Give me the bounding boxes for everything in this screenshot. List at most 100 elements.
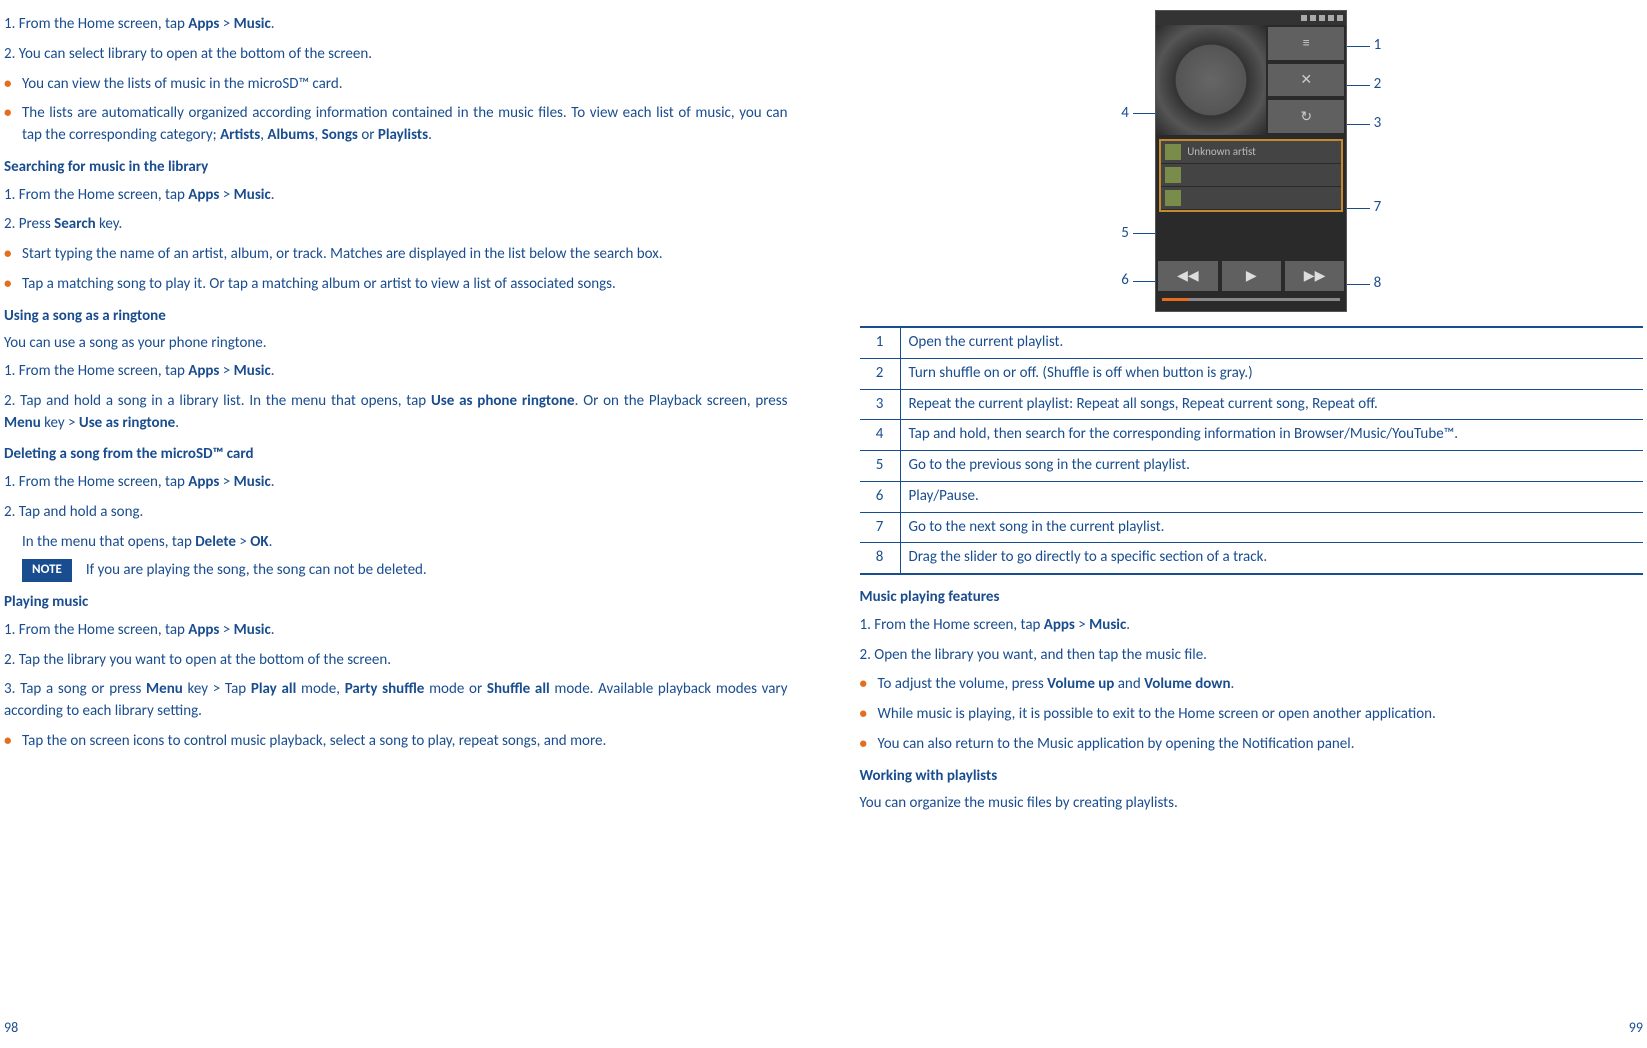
bullet-icon: • [4, 244, 22, 266]
text: 1. From the Home screen, tap [860, 616, 1044, 634]
page-98: 1. From the Home screen, tap Apps > Musi… [0, 0, 824, 1048]
legend-num: 6 [860, 481, 901, 512]
callout-num: 8 [1374, 273, 1382, 295]
text: and [1114, 675, 1144, 693]
callout-3: 3 [1347, 104, 1381, 144]
bullet: • The lists are automatically organized … [4, 103, 788, 147]
callout-1: 1 [1347, 26, 1381, 66]
bullet-icon: • [4, 74, 22, 96]
prev-button: ◀◀ [1158, 261, 1217, 291]
text: In the menu that opens, tap [22, 533, 195, 551]
text: 1. From the Home screen, tap [4, 473, 188, 491]
status-icon [1310, 15, 1316, 21]
text: To adjust the volume, press [878, 675, 1048, 693]
playback-controls: ◀◀ ▶ ▶▶ [1156, 261, 1346, 291]
bold: Apps [188, 473, 219, 491]
bullet-icon: • [860, 734, 878, 756]
next-button: ▶▶ [1285, 261, 1344, 291]
text: > [219, 186, 233, 204]
side-buttons: ≡ ✕ ↻ [1266, 25, 1346, 135]
table-row: 6Play/Pause. [860, 481, 1644, 512]
bullet-icon: • [4, 731, 22, 753]
legend-text: Drag the slider to go directly to a spec… [900, 543, 1643, 574]
text: . [1231, 675, 1235, 693]
track-label: Unknown artist [1187, 144, 1256, 160]
bullet-text: Tap the on screen icons to control music… [22, 731, 788, 753]
note: NOTE If you are playing the song, the so… [22, 559, 788, 582]
table-row: 8Drag the slider to go directly to a spe… [860, 543, 1644, 574]
step: 1. From the Home screen, tap Apps > Musi… [4, 472, 788, 494]
bullet: • You can view the lists of music in the… [4, 74, 788, 96]
heading: Searching for music in the library [4, 157, 788, 179]
table-row: 3Repeat the current playlist: Repeat all… [860, 389, 1644, 420]
legend-text: Repeat the current playlist: Repeat all … [900, 389, 1643, 420]
callout-num: 7 [1374, 197, 1382, 219]
bold: Artists [220, 126, 260, 144]
heading: Playing music [4, 592, 788, 614]
step: 2. Tap the library you want to open at t… [4, 650, 788, 672]
legend-num: 8 [860, 543, 901, 574]
status-bar [1156, 11, 1346, 25]
text: . [271, 186, 275, 204]
text: > [1075, 616, 1089, 634]
bullet-text: The lists are automatically organized ac… [22, 103, 788, 147]
leader-line-icon [1133, 233, 1155, 234]
bullet-icon: • [4, 274, 22, 296]
heading: Using a song as a ringtone [4, 306, 788, 328]
text: key > [41, 414, 79, 432]
bold: Volume up [1047, 675, 1114, 693]
text: mode, [296, 680, 344, 698]
bold: Music [234, 473, 271, 491]
callout-5: 5 [1121, 199, 1155, 269]
text: 1. From the Home screen, tap [4, 362, 188, 380]
track-icon [1165, 190, 1181, 206]
text: key > Tap [183, 680, 251, 698]
bold: Songs [322, 126, 358, 144]
legend-num: 4 [860, 420, 901, 451]
bold: Delete [195, 533, 236, 551]
callout-2: 2 [1347, 66, 1381, 104]
sub-step: In the menu that opens, tap Delete > OK. [22, 532, 788, 554]
leader-line-icon [1133, 281, 1155, 282]
step: 1. From the Home screen, tap Apps > Musi… [860, 615, 1644, 637]
status-icon [1301, 15, 1307, 21]
bold: Music [234, 621, 271, 639]
track-row [1161, 187, 1341, 209]
callout-num: 6 [1121, 270, 1129, 292]
text: > [219, 15, 233, 33]
bold: Music [1089, 616, 1126, 634]
page-number: 99 [1629, 1018, 1643, 1038]
legend-num: 1 [860, 327, 901, 358]
bold: Menu [146, 680, 183, 698]
legend-text: Open the current playlist. [900, 327, 1643, 358]
callouts-left: 4 5 6 [1121, 29, 1155, 294]
legend-text: Turn shuffle on or off. (Shuffle is off … [900, 358, 1643, 389]
track-icon [1165, 144, 1181, 160]
legend-text: Go to the next song in the current playl… [900, 512, 1643, 543]
bullet: • Tap a matching song to play it. Or tap… [4, 274, 788, 296]
note-badge: NOTE [22, 559, 72, 582]
play-pause-button: ▶ [1222, 261, 1281, 291]
text: . [428, 126, 432, 144]
track-row: Unknown artist [1161, 141, 1341, 163]
heading: Music playing features [860, 587, 1644, 609]
bullet-text: You can also return to the Music applica… [878, 734, 1644, 756]
step: 3. Tap a song or press Menu key > Tap Pl… [4, 679, 788, 723]
progress-slider [1162, 298, 1340, 301]
step: 2. Tap and hold a song in a library list… [4, 391, 788, 435]
repeat-button: ↻ [1268, 100, 1344, 133]
text: > [219, 362, 233, 380]
callout-num: 1 [1374, 35, 1382, 57]
bold: Playlists [378, 126, 428, 144]
legend-num: 7 [860, 512, 901, 543]
status-icon [1337, 15, 1343, 21]
text: . Or on the Playback screen, press [575, 392, 788, 410]
bold: Apps [188, 362, 219, 380]
bullet-text: Start typing the name of an artist, albu… [22, 244, 788, 266]
bold: Play all [251, 680, 296, 698]
bold: Albums [267, 126, 314, 144]
step: 1. From the Home screen, tap Apps > Musi… [4, 185, 788, 207]
step: 2. Tap and hold a song. [4, 502, 788, 524]
text: or [358, 126, 378, 144]
bold: Party shuffle [345, 680, 425, 698]
